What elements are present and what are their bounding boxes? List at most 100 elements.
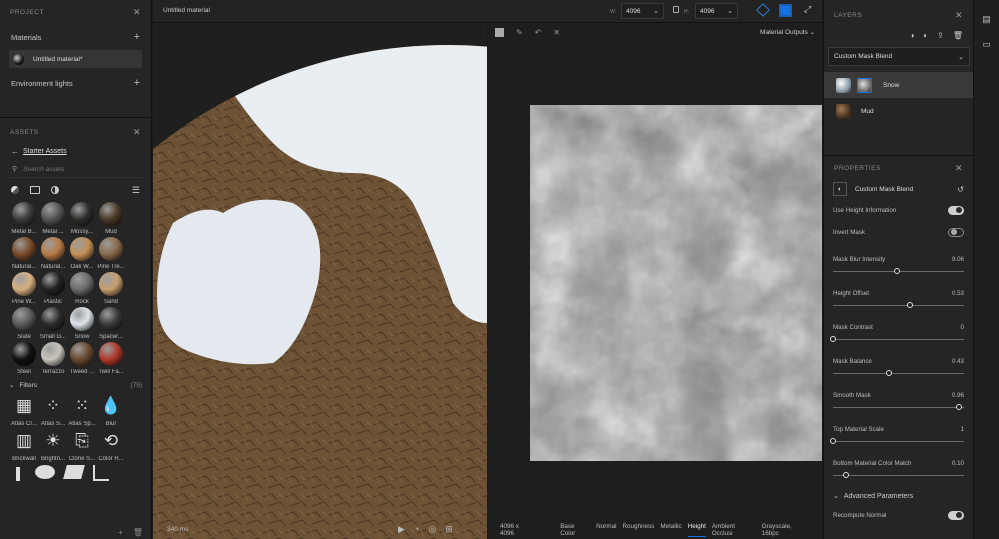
clear-icon[interactable]: ✕: [553, 28, 560, 37]
asset-item[interactable]: Mud: [97, 202, 125, 235]
filter-item[interactable]: ⁘ Atlas S...: [39, 394, 67, 427]
close-icon[interactable]: ✕: [133, 7, 141, 18]
light-rotate-icon[interactable]: ◔: [414, 524, 419, 535]
asset-item[interactable]: Mossy...: [68, 202, 96, 235]
add-material-button[interactable]: +: [134, 31, 140, 43]
camera-icon[interactable]: ▶: [398, 524, 405, 535]
layers-panel-icon[interactable]: ▤: [982, 14, 991, 25]
asset-item[interactable]: Snow: [68, 307, 96, 340]
filter-item[interactable]: ▦ Atlas Cr...: [10, 394, 38, 427]
asset-item[interactable]: Slate: [10, 307, 38, 340]
lock-icon[interactable]: [673, 6, 679, 13]
brush-filter-icon[interactable]: [11, 465, 25, 483]
layer-mask-icon[interactable]: [857, 77, 872, 93]
filter-item[interactable]: ⁙ Atlas Sp...: [68, 394, 96, 427]
reset-icon[interactable]: ↺: [957, 185, 964, 194]
asset-item[interactable]: Small G...: [39, 307, 67, 340]
channel-tab[interactable]: Ambient Occlusi: [712, 523, 756, 537]
square-tool-icon[interactable]: [495, 27, 504, 37]
slider-knob[interactable]: [894, 268, 901, 274]
export-icon[interactable]: ⇪: [937, 31, 944, 40]
asset-item[interactable]: Rock: [68, 272, 96, 305]
layer-item[interactable]: Snow: [824, 72, 973, 98]
brush-tool-icon[interactable]: ✎: [516, 28, 523, 37]
slider-value[interactable]: 0.53: [952, 290, 964, 297]
split-view-icon[interactable]: [779, 4, 792, 17]
channel-tab[interactable]: Normal: [596, 523, 616, 537]
asset-item[interactable]: Oak W...: [68, 237, 96, 270]
fit-view-icon[interactable]: ⊞: [445, 524, 453, 535]
asset-item[interactable]: Twill Fa...: [97, 342, 125, 375]
slider-knob[interactable]: [886, 370, 893, 376]
3d-viewport[interactable]: 340 ms ▶ ◔ ◎ ⊞: [153, 23, 487, 539]
asset-item[interactable]: Pine Tre...: [97, 237, 125, 270]
filter-item[interactable]: ☀ Brightn...: [39, 429, 67, 462]
slider-value[interactable]: 9.06: [952, 256, 964, 263]
slider-track[interactable]: [833, 301, 964, 311]
slider-knob[interactable]: [830, 336, 836, 342]
filter-item[interactable]: ⟲ Color R...: [97, 429, 125, 462]
filter-item[interactable]: ▥ Brickwall: [10, 429, 38, 462]
asset-item[interactable]: Metal B...: [10, 202, 38, 235]
layer-item[interactable]: Mud: [824, 98, 973, 124]
asset-item[interactable]: Tweed ...: [68, 342, 96, 375]
slider-knob[interactable]: [830, 438, 836, 444]
environment-icon[interactable]: ◎: [428, 524, 436, 535]
width-select[interactable]: 4096 ⌄: [621, 3, 664, 19]
slider-track[interactable]: [833, 403, 964, 413]
asset-item[interactable]: Steel: [10, 342, 38, 375]
channel-tab[interactable]: Metallic: [660, 523, 681, 537]
asset-item[interactable]: Metal ...: [39, 202, 67, 235]
add-asset-button[interactable]: +: [118, 528, 123, 537]
slider-knob[interactable]: [955, 404, 962, 410]
picker-filter-icon[interactable]: [93, 465, 109, 481]
slider-track[interactable]: [833, 267, 964, 277]
slider-track[interactable]: [833, 471, 964, 481]
asset-item[interactable]: Sand: [97, 272, 125, 305]
add-environment-button[interactable]: +: [134, 77, 140, 89]
3d-view-icon[interactable]: [756, 3, 770, 17]
filter-item[interactable]: 💧 Blur: [97, 394, 125, 427]
filters-header[interactable]: ⌄ Filters: [9, 381, 37, 389]
slider-track[interactable]: [830, 335, 964, 345]
filter-item[interactable]: ⎘ Clone S...: [68, 429, 96, 462]
close-icon[interactable]: ✕: [955, 163, 963, 174]
slider-value[interactable]: 0.10: [952, 460, 964, 467]
blend-mode-select[interactable]: Custom Mask Blend ⌄: [828, 47, 970, 66]
close-icon[interactable]: ✕: [955, 10, 963, 21]
height-select[interactable]: 4096 ⌄: [695, 3, 738, 19]
slider-value[interactable]: 0.96: [952, 392, 964, 399]
image-filter-icon[interactable]: [30, 186, 40, 194]
expand-icon[interactable]: ⤢: [804, 4, 811, 15]
use-height-toggle[interactable]: [948, 205, 964, 215]
undo-icon[interactable]: ↶: [535, 28, 542, 37]
asset-item[interactable]: Natural...: [39, 237, 67, 270]
material-outputs-select[interactable]: Material Outputs ⌄: [760, 28, 815, 36]
list-view-icon[interactable]: ☰: [132, 185, 140, 196]
channel-tab[interactable]: Roughness: [622, 523, 654, 537]
asset-item[interactable]: Natural...: [10, 237, 38, 270]
asset-item[interactable]: Terrazzo: [39, 342, 67, 375]
environment-filter-icon[interactable]: [51, 186, 59, 194]
material-item[interactable]: Untitled material*: [9, 50, 142, 68]
asset-item[interactable]: Pine W...: [10, 272, 38, 305]
invert-mask-toggle[interactable]: [948, 227, 964, 237]
bucket-filter-icon[interactable]: [63, 465, 85, 479]
trash-icon[interactable]: 🗑: [133, 528, 143, 537]
slider-knob[interactable]: [907, 302, 914, 308]
slider-track[interactable]: [830, 437, 964, 447]
advanced-parameters-header[interactable]: ⌄ Advanced Parameters: [824, 492, 973, 501]
slider-value[interactable]: 0: [961, 324, 964, 331]
close-icon[interactable]: ✕: [133, 127, 141, 138]
slider-knob[interactable]: [843, 472, 850, 478]
slider-value[interactable]: 0.43: [952, 358, 964, 365]
search-input[interactable]: ⚲ Search assets: [9, 161, 142, 178]
channel-tab[interactable]: Base Color: [560, 523, 590, 537]
slider-track[interactable]: [833, 369, 964, 379]
asset-item[interactable]: Plastic: [39, 272, 67, 305]
back-link[interactable]: ← Starter Assets: [0, 144, 151, 158]
add-material-layer-icon[interactable]: ◐: [923, 31, 928, 40]
channel-tab[interactable]: Height: [687, 523, 706, 537]
palette-filter-icon[interactable]: [35, 465, 55, 479]
trash-icon[interactable]: 🗑: [953, 31, 963, 40]
